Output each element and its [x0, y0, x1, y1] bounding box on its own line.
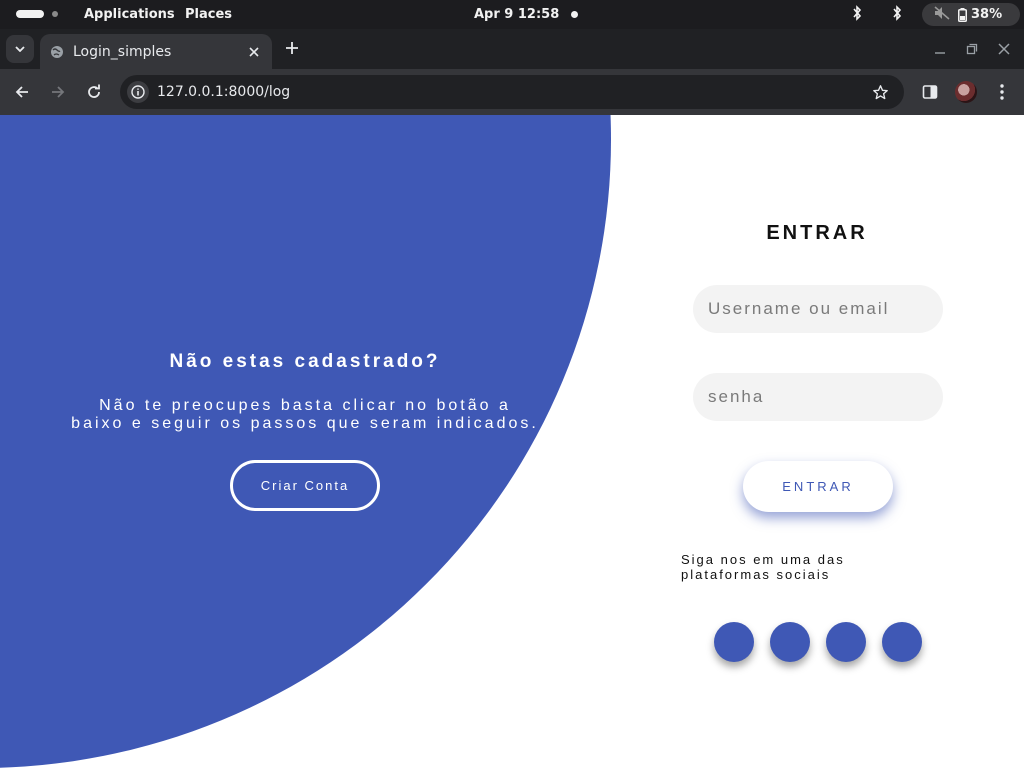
tab-close-icon[interactable] — [246, 44, 262, 60]
globe-icon — [51, 45, 63, 58]
tab-search-button[interactable] — [6, 35, 34, 63]
forward-arrow-icon[interactable] — [48, 82, 68, 102]
address-bar[interactable]: 127.0.0.1:8000/log — [120, 75, 904, 109]
browser-toolbar: 127.0.0.1:8000/log — [0, 69, 1024, 115]
reload-icon[interactable] — [84, 82, 104, 102]
notification-dot-icon — [571, 11, 578, 18]
social-link-4[interactable] — [882, 622, 922, 662]
system-status-menu[interactable]: 38% — [922, 3, 1020, 26]
chevron-down-icon — [15, 46, 25, 52]
tab-title: Login_simples — [73, 43, 172, 60]
login-page: Não estas cadastrado? Não te preocupes b… — [0, 115, 1024, 768]
applications-menu[interactable]: Applications — [84, 7, 175, 22]
signup-description: Não te preocupes basta clicar no botão a… — [71, 397, 539, 432]
more-options-icon[interactable] — [992, 82, 1012, 102]
minimize-icon[interactable] — [934, 42, 946, 60]
activities-indicator[interactable] — [16, 10, 58, 18]
username-input[interactable] — [693, 285, 943, 333]
social-link-3[interactable] — [826, 622, 866, 662]
signup-title: Não estas cadastrado? — [169, 351, 441, 372]
profile-avatar[interactable] — [955, 81, 977, 103]
battery-indicator: 38% — [958, 7, 1002, 22]
bluetooth-icon[interactable] — [851, 5, 863, 25]
system-top-bar: Applications Places Apr 9 12:58 38% — [0, 0, 1024, 29]
places-menu[interactable]: Places — [185, 7, 232, 22]
site-info-icon[interactable] — [127, 81, 149, 103]
social-link-2[interactable] — [770, 622, 810, 662]
close-window-icon[interactable] — [998, 42, 1010, 60]
side-panel-icon[interactable] — [920, 82, 940, 102]
login-button[interactable]: ENTRAR — [743, 461, 893, 512]
browser-tab-strip: Login_simples — [0, 29, 1024, 69]
browser-tab[interactable]: Login_simples — [40, 34, 272, 69]
social-link-1[interactable] — [714, 622, 754, 662]
url-text[interactable]: 127.0.0.1:8000/log — [157, 84, 870, 100]
new-tab-plus-icon[interactable] — [283, 39, 301, 57]
bookmark-star-icon[interactable] — [870, 82, 890, 102]
restore-window-icon[interactable] — [966, 42, 978, 60]
speaker-muted-icon — [934, 5, 950, 24]
bluetooth-icon[interactable] — [891, 5, 903, 25]
password-input[interactable] — [693, 373, 943, 421]
workspace-active-indicator — [16, 10, 44, 18]
back-arrow-icon[interactable] — [12, 82, 32, 102]
clock[interactable]: Apr 9 12:58 — [474, 7, 559, 22]
battery-percentage: 38% — [971, 7, 1003, 22]
social-links — [714, 622, 922, 662]
workspace-indicator — [52, 11, 58, 17]
login-title: ENTRAR — [766, 222, 868, 244]
social-caption: Siga nos em uma das plataformas sociais — [681, 552, 845, 582]
signup-panel: Não estas cadastrado? Não te preocupes b… — [70, 351, 540, 511]
create-account-button[interactable]: Criar Conta — [230, 460, 380, 511]
battery-icon — [958, 7, 967, 22]
